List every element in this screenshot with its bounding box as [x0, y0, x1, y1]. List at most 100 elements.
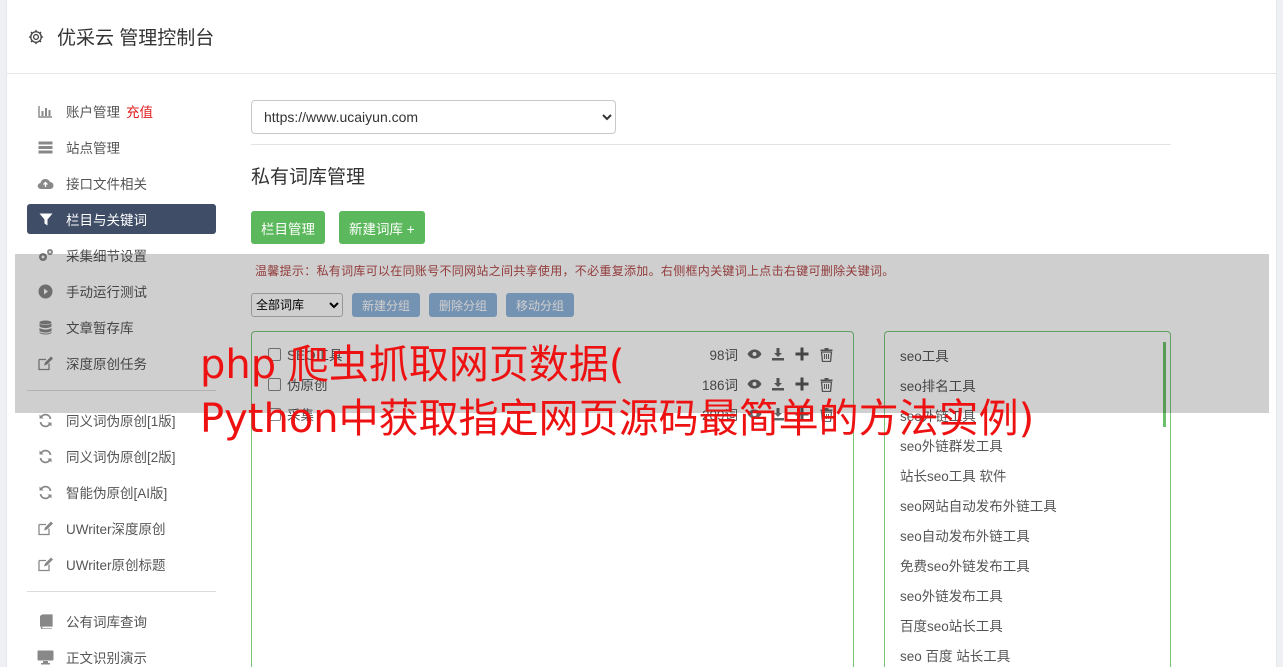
sidebar-item-synonym-v2[interactable]: 同义词伪原创[2版]: [27, 441, 216, 471]
scrollbar[interactable]: [1163, 342, 1166, 427]
sidebar-item-public-library[interactable]: 公有词库查询: [27, 606, 216, 636]
keyword-item[interactable]: seo排名工具: [885, 372, 1170, 402]
sidebar-item-columns-keywords[interactable]: 栏目与关键词: [27, 204, 216, 234]
gear-icon: [28, 29, 44, 44]
refresh-icon: [37, 448, 54, 465]
sidebar-item-label: 接口文件相关: [66, 177, 147, 192]
sidebar-item-label: 智能伪原创[AI版]: [66, 486, 168, 501]
trash-icon[interactable]: [818, 346, 834, 362]
bar-chart-icon: [37, 103, 54, 120]
sidebar-item-text-recognition[interactable]: 正文识别演示: [27, 642, 216, 667]
library-name: 采集: [287, 408, 314, 423]
plus-icon[interactable]: [794, 346, 810, 362]
sidebar-divider: [27, 591, 216, 592]
sidebar-divider: [27, 390, 216, 391]
keyword-item[interactable]: 免费seo外链发布工具: [885, 552, 1170, 582]
sidebar-item-account[interactable]: 账户管理 充值: [27, 96, 216, 126]
refresh-icon: [37, 484, 54, 501]
download-icon[interactable]: [770, 376, 786, 392]
new-library-button[interactable]: 新建词库 +: [339, 211, 425, 244]
sidebar: 账户管理 充值 站点管理 接口文件相关 栏目与关键词 采集细节设置 手动运行测试…: [27, 96, 216, 667]
sidebar-item-uwriter-title[interactable]: UWriter原创标题: [27, 549, 216, 579]
monitor-icon: [37, 649, 54, 666]
sidebar-item-label: 站点管理: [66, 141, 120, 156]
divider: [251, 144, 1171, 145]
site-select[interactable]: https://www.ucaiyun.com: [251, 100, 616, 134]
eye-icon[interactable]: [746, 346, 762, 362]
edit-icon: [37, 520, 54, 537]
trash-icon[interactable]: [818, 376, 834, 392]
sidebar-item-label: 手动运行测试: [66, 285, 147, 300]
filter-icon: [37, 211, 54, 228]
sidebar-item-label: 深度原创任务: [66, 357, 147, 372]
library-list-panel: SEO工具 98词 伪原创 186词 采集 209词: [251, 331, 854, 667]
sidebar-item-label: 正文识别演示: [66, 651, 147, 666]
library-row[interactable]: SEO工具 98词: [268, 339, 838, 369]
library-checkbox[interactable]: [268, 407, 281, 421]
library-row[interactable]: 伪原创 186词: [268, 369, 838, 399]
keyword-item[interactable]: seo工具: [885, 342, 1170, 372]
edit-icon: [37, 556, 54, 573]
sidebar-item-label: 同义词伪原创[2版]: [66, 450, 176, 465]
keyword-item[interactable]: seo外链群发工具: [885, 432, 1170, 462]
sidebar-item-label: 文章暂存库: [66, 321, 134, 336]
sidebar-item-label: 公有词库查询: [66, 615, 147, 630]
section-title: 私有词库管理: [251, 167, 366, 188]
sidebar-item-uwriter-deep[interactable]: UWriter深度原创: [27, 513, 216, 543]
trash-icon[interactable]: [818, 406, 834, 422]
library-name: SEO工具: [287, 348, 343, 363]
keyword-item[interactable]: seo外链发布工具: [885, 582, 1170, 612]
sidebar-item-label: UWriter深度原创: [66, 522, 166, 537]
column-manage-button[interactable]: 栏目管理: [251, 211, 325, 244]
recharge-link[interactable]: 充值: [126, 101, 153, 121]
sidebar-item-label: 账户管理: [66, 105, 120, 120]
cogs-icon: [37, 247, 54, 264]
sidebar-item-sites[interactable]: 站点管理: [27, 132, 216, 162]
book-icon: [37, 613, 54, 630]
keyword-item[interactable]: seo 百度 站长工具: [885, 642, 1170, 667]
keyword-item[interactable]: 站长seo工具 软件: [885, 462, 1170, 492]
delete-group-button[interactable]: 删除分组: [429, 293, 498, 317]
sidebar-item-label: 采集细节设置: [66, 249, 147, 264]
sidebar-item-collect-settings[interactable]: 采集细节设置: [27, 240, 216, 270]
library-toolbar: 全部词库 新建分组 删除分组 移动分组: [251, 293, 1171, 317]
sidebar-item-label: UWriter原创标题: [66, 558, 166, 573]
download-icon[interactable]: [770, 346, 786, 362]
sidebar-item-label: 同义词伪原创[1版]: [66, 414, 176, 429]
library-filter-select[interactable]: 全部词库: [251, 293, 343, 317]
library-row[interactable]: 采集 209词: [268, 399, 838, 429]
sidebar-item-article-store[interactable]: 文章暂存库: [27, 312, 216, 342]
sidebar-item-interface-files[interactable]: 接口文件相关: [27, 168, 216, 198]
edit-icon: [37, 355, 54, 372]
new-group-button[interactable]: 新建分组: [352, 293, 421, 317]
move-group-button[interactable]: 移动分组: [506, 293, 575, 317]
library-checkbox[interactable]: [268, 347, 281, 361]
sidebar-item-synonym-v1[interactable]: 同义词伪原创[1版]: [27, 405, 216, 435]
sidebar-item-deep-original-tasks[interactable]: 深度原创任务: [27, 348, 216, 378]
library-count: 186词: [701, 378, 738, 393]
app-title: 优采云 管理控制台: [57, 28, 215, 49]
keyword-item[interactable]: seo自动发布外链工具: [885, 522, 1170, 552]
keyword-list-panel: seo工具 seo排名工具 seo外链工具 seo外链群发工具 站长seo工具 …: [884, 331, 1171, 667]
eye-icon[interactable]: [746, 376, 762, 392]
keyword-item[interactable]: seo外链工具: [885, 402, 1170, 432]
tip-text: 温馨提示：私有词库可以在同账号不同网站之间共享使用，不必重复添加。右侧框内关键词…: [255, 264, 895, 278]
sidebar-item-label: 栏目与关键词: [66, 213, 147, 228]
download-icon[interactable]: [770, 406, 786, 422]
sidebar-item-ai-rewrite[interactable]: 智能伪原创[AI版]: [27, 477, 216, 507]
library-count: 209词: [701, 408, 738, 423]
library-checkbox[interactable]: [268, 377, 281, 391]
sidebar-item-manual-run[interactable]: 手动运行测试: [27, 276, 216, 306]
library-name: 伪原创: [287, 378, 328, 393]
plus-icon[interactable]: [794, 406, 810, 422]
database-icon: [37, 319, 54, 336]
plus-icon[interactable]: [794, 376, 810, 392]
eye-icon[interactable]: [746, 406, 762, 422]
action-buttons: 栏目管理 新建词库 +: [251, 211, 1171, 244]
keyword-item[interactable]: seo网站自动发布外链工具: [885, 492, 1170, 522]
keyword-item[interactable]: 百度seo站长工具: [885, 612, 1170, 642]
library-count: 98词: [709, 348, 738, 363]
play-circle-icon: [37, 283, 54, 300]
keyword-list: seo工具 seo排名工具 seo外链工具 seo外链群发工具 站长seo工具 …: [885, 332, 1170, 667]
server-icon: [37, 139, 54, 156]
